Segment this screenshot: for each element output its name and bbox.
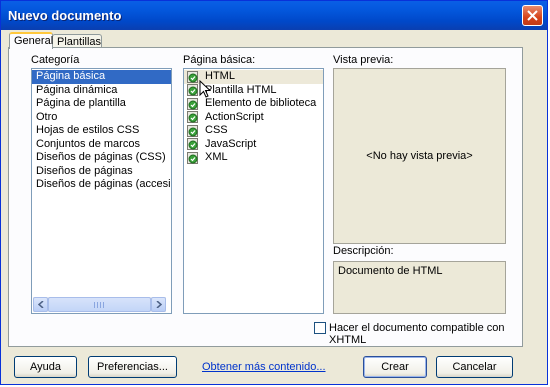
categoria-item[interactable]: Conjuntos de marcos	[32, 138, 171, 152]
xhtml-checkbox-label[interactable]: Hacer el documento compatible con XHTML	[329, 322, 522, 346]
help-button[interactable]: Ayuda	[14, 356, 77, 378]
grip-icon	[94, 302, 106, 308]
file-type-label: CSS	[205, 124, 228, 137]
pagina-basica-item[interactable]: XML	[184, 151, 323, 165]
new-document-dialog: Nuevo documento General Plantillas Categ…	[0, 0, 548, 385]
scroll-right-button[interactable]	[151, 297, 166, 312]
categoria-items: Página básica Página dinámica Página de pl…	[32, 69, 171, 192]
file-type-label: JavaScript	[205, 137, 257, 150]
more-content-link[interactable]: Obtener más contenido...	[202, 361, 326, 373]
close-icon	[527, 10, 538, 21]
pagina-basica-list[interactable]: HTML Plantilla HTML Elemento de biblioteca…	[183, 68, 324, 314]
pagina-basica-item[interactable]: CSS	[184, 124, 323, 138]
descripcion-label: Descripción:	[333, 245, 394, 257]
chevron-left-icon	[37, 301, 43, 308]
cancel-button[interactable]: Cancelar	[436, 356, 513, 378]
categoria-item[interactable]: Hojas de estilos CSS	[32, 124, 171, 138]
mouse-cursor-icon	[199, 80, 211, 98]
scroll-left-button[interactable]	[33, 297, 48, 312]
create-button[interactable]: Crear	[363, 356, 427, 378]
pagina-basica-item[interactable]: ActionScript	[184, 111, 323, 125]
file-type-label: Plantilla HTML	[205, 83, 277, 96]
categoria-label: Categoría	[31, 54, 80, 66]
preferences-button[interactable]: Preferencias...	[88, 356, 177, 378]
description-box: Documento de HTML	[333, 261, 506, 314]
preview-text: <No hay vista previa>	[366, 150, 473, 162]
file-type-label: Elemento de biblioteca	[205, 97, 317, 110]
title-bar: Nuevo documento	[1, 1, 547, 30]
file-document-icon	[187, 97, 198, 110]
categoria-item[interactable]: Diseños de páginas	[32, 165, 171, 179]
file-document-icon	[187, 84, 198, 97]
file-type-label: ActionScript	[205, 110, 264, 123]
file-document-icon	[187, 124, 198, 137]
categoria-list[interactable]: Página básica Página dinámica Página de pl…	[31, 68, 172, 314]
categoria-item[interactable]: Diseños de páginas (CSS)	[32, 151, 171, 165]
window-title: Nuevo documento	[8, 8, 122, 23]
scroll-thumb[interactable]	[48, 297, 151, 312]
pagina-basica-item[interactable]: Elemento de biblioteca	[184, 97, 323, 111]
file-document-icon	[187, 138, 198, 151]
tab-general[interactable]: General	[9, 32, 53, 49]
file-document-icon	[187, 151, 198, 164]
preview-pane: <No hay vista previa>	[333, 68, 506, 244]
pagina-basica-label: Página básica:	[183, 54, 256, 66]
chevron-right-icon	[156, 301, 162, 308]
file-document-icon	[187, 70, 198, 83]
categoria-item[interactable]: Página de plantilla	[32, 97, 171, 111]
general-tab-panel: Categoría Página básica Página dinámica Pá…	[8, 47, 523, 347]
file-document-icon	[187, 111, 198, 124]
categoria-item[interactable]: Otro	[32, 111, 171, 125]
close-button[interactable]	[522, 5, 543, 26]
categoria-item[interactable]: Página dinámica	[32, 84, 171, 98]
file-type-label: XML	[205, 151, 228, 164]
categoria-item[interactable]: Página básica	[32, 70, 171, 84]
xhtml-checkbox[interactable]	[314, 322, 326, 334]
categoria-item[interactable]: Diseños de páginas (accesibles)	[32, 178, 171, 192]
description-text: Documento de HTML	[338, 265, 443, 277]
vista-previa-label: Vista previa:	[333, 54, 394, 66]
pagina-basica-item[interactable]: JavaScript	[184, 138, 323, 152]
horizontal-scrollbar[interactable]	[33, 297, 166, 312]
